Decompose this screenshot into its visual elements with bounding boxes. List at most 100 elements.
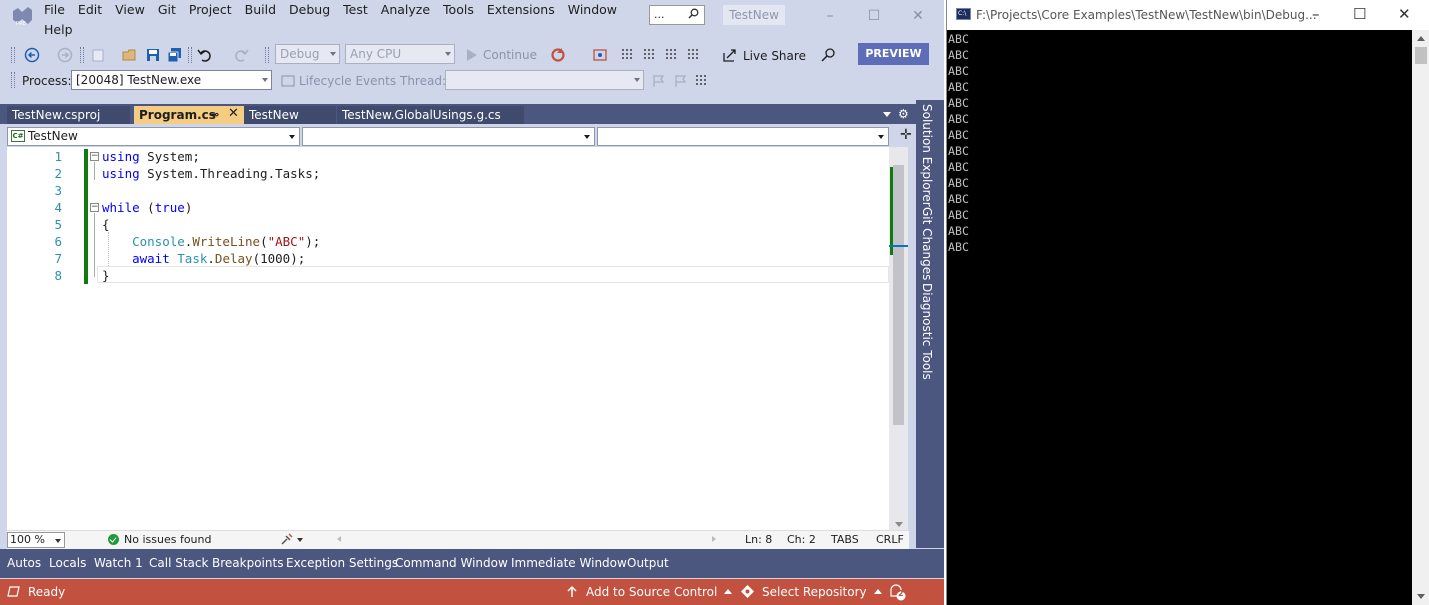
navigate-forward-icon[interactable] — [57, 47, 73, 63]
tab-breakpoints[interactable]: Breakpoints — [212, 555, 283, 571]
member-dropdown[interactable] — [597, 127, 889, 146]
menu-view[interactable]: View — [115, 2, 158, 20]
process-dropdown[interactable]: [20048] TestNew.exe — [71, 70, 272, 90]
step-into-icon[interactable] — [664, 47, 680, 63]
column-position[interactable]: Ch: 2 — [787, 533, 816, 547]
new-project-icon[interactable] — [90, 47, 106, 63]
tab-globalusings[interactable]: TestNew.GlobalUsings.g.cs — [337, 106, 524, 124]
solution-explorer-tab[interactable]: Solution Explorer — [920, 104, 934, 207]
issues-status[interactable]: No issues found — [124, 533, 211, 547]
collapse-icon[interactable]: − — [90, 203, 99, 212]
scrollbar-thumb[interactable] — [1415, 47, 1427, 64]
line-position[interactable]: Ln: 8 — [745, 533, 772, 547]
code-editor[interactable]: 1 2 3 4 5 6 7 8 − − using System; using … — [7, 147, 889, 530]
tab-overflow-dropdown-icon[interactable] — [883, 112, 891, 117]
console-output[interactable]: ABC ABC ABC ABC ABC ABC ABC ABC ABC ABC … — [947, 30, 1412, 605]
menu-window[interactable]: Window — [568, 2, 630, 20]
menu-build[interactable]: Build — [245, 2, 289, 20]
menu-help[interactable]: Help — [44, 22, 86, 40]
redo-icon[interactable] — [233, 47, 249, 63]
close-icon[interactable]: ✕ — [1398, 5, 1411, 23]
menu-tools[interactable]: Tools — [443, 2, 487, 20]
pin-icon[interactable]: ⊸ — [210, 106, 219, 124]
toolbar-grip[interactable] — [188, 47, 192, 63]
tab-autos[interactable]: Autos — [7, 555, 41, 571]
tab-program-cs[interactable]: Program.cs ⊸ ✕ — [134, 106, 245, 124]
scroll-up-icon[interactable] — [1417, 36, 1425, 41]
line-ending[interactable]: CRLF — [876, 533, 904, 547]
tab-watch-1[interactable]: Watch 1 — [94, 555, 143, 571]
flag-threads-icon[interactable] — [673, 73, 689, 89]
zoom-dropdown[interactable]: 100 % — [7, 532, 65, 548]
preview-button[interactable]: PREVIEW — [858, 43, 929, 65]
search-box[interactable]: ... — [649, 5, 705, 25]
show-threads-icon[interactable] — [694, 73, 710, 89]
split-window-icon[interactable]: ✛ — [900, 128, 912, 142]
menu-analyze[interactable]: Analyze — [381, 2, 443, 20]
menu-project[interactable]: Project — [189, 2, 245, 20]
feedback-icon[interactable] — [820, 47, 836, 63]
tab-testnew[interactable]: TestNew — [244, 106, 336, 124]
live-share-button[interactable]: Live Share — [743, 48, 806, 64]
menu-edit[interactable]: Edit — [78, 2, 115, 20]
minimize-icon[interactable]: – — [1312, 5, 1320, 23]
menu-debug[interactable]: Debug — [289, 2, 343, 20]
solution-name-badge[interactable]: TestNew — [723, 5, 785, 25]
tab-command-window[interactable]: Command Window — [395, 555, 508, 571]
open-folder-icon[interactable] — [122, 47, 138, 63]
close-icon[interactable]: ✕ — [908, 6, 928, 26]
tab-locals[interactable]: Locals — [49, 555, 86, 571]
chevron-down-icon[interactable] — [297, 538, 303, 542]
tab-call-stack[interactable]: Call Stack — [149, 555, 208, 571]
scrollbar-thumb[interactable] — [893, 165, 904, 425]
toolbar-grip[interactable] — [11, 72, 15, 88]
indent-mode[interactable]: TABS — [831, 533, 859, 547]
continue-play-icon[interactable] — [464, 47, 480, 63]
save-all-icon[interactable] — [167, 47, 183, 63]
save-icon[interactable] — [145, 47, 161, 63]
menu-git[interactable]: Git — [158, 2, 189, 20]
tab-immediate-window[interactable]: Immediate Window — [511, 555, 627, 571]
gear-icon[interactable]: ⚙ — [898, 107, 909, 121]
step-over-icon[interactable] — [642, 47, 658, 63]
menu-file[interactable]: File — [44, 2, 78, 20]
scroll-right-icon[interactable] — [712, 536, 716, 542]
git-changes-tab[interactable]: Git Changes — [920, 207, 934, 280]
toolbar-grip[interactable] — [80, 47, 84, 63]
browse-icon[interactable] — [592, 47, 608, 63]
minimize-icon[interactable]: – — [820, 6, 840, 26]
collapse-icon[interactable]: − — [90, 152, 99, 161]
tab-output[interactable]: Output — [627, 555, 669, 571]
toolbar-grip[interactable] — [265, 47, 269, 63]
console-vertical-scrollbar[interactable] — [1412, 30, 1429, 605]
diagnostic-tools-tab[interactable]: Diagnostic Tools — [920, 283, 934, 380]
maximize-icon[interactable]: ☐ — [1353, 5, 1366, 23]
menu-test[interactable]: Test — [343, 2, 381, 20]
thread-dropdown[interactable] — [445, 70, 644, 90]
undo-icon[interactable] — [197, 47, 213, 63]
tab-testnew-csproj[interactable]: TestNew.csproj — [7, 106, 130, 124]
continue-button[interactable]: Continue — [483, 47, 537, 63]
close-tab-icon[interactable]: ✕ — [228, 105, 239, 123]
scroll-down-icon[interactable] — [1417, 594, 1425, 599]
scroll-down-icon[interactable] — [895, 522, 903, 527]
add-to-source-control-button[interactable]: Add to Source Control — [586, 584, 733, 600]
project-dropdown[interactable]: C# TestNew — [7, 127, 300, 146]
lifecycle-events-button[interactable]: Lifecycle Events — [299, 73, 396, 89]
flag-icon[interactable] — [651, 73, 667, 89]
step-out-icon[interactable] — [686, 47, 702, 63]
scroll-left-icon[interactable] — [337, 536, 341, 542]
navigate-back-icon[interactable] — [24, 47, 40, 63]
restart-icon[interactable] — [550, 47, 566, 63]
code-cleanup-brush-icon[interactable] — [280, 533, 293, 546]
select-repository-button[interactable]: Select Repository — [762, 584, 882, 600]
tab-exception-settings[interactable]: Exception Settings — [286, 555, 398, 571]
solution-configuration-dropdown[interactable]: Debug — [275, 44, 340, 64]
solution-platform-dropdown[interactable]: Any CPU — [345, 44, 455, 64]
toolbar-grip[interactable] — [11, 47, 15, 63]
type-dropdown[interactable] — [302, 127, 595, 146]
editor-vertical-scrollbar[interactable] — [889, 147, 908, 530]
step-icon[interactable] — [620, 47, 636, 63]
maximize-icon[interactable]: ☐ — [864, 6, 884, 26]
menu-extensions[interactable]: Extensions — [487, 2, 568, 20]
